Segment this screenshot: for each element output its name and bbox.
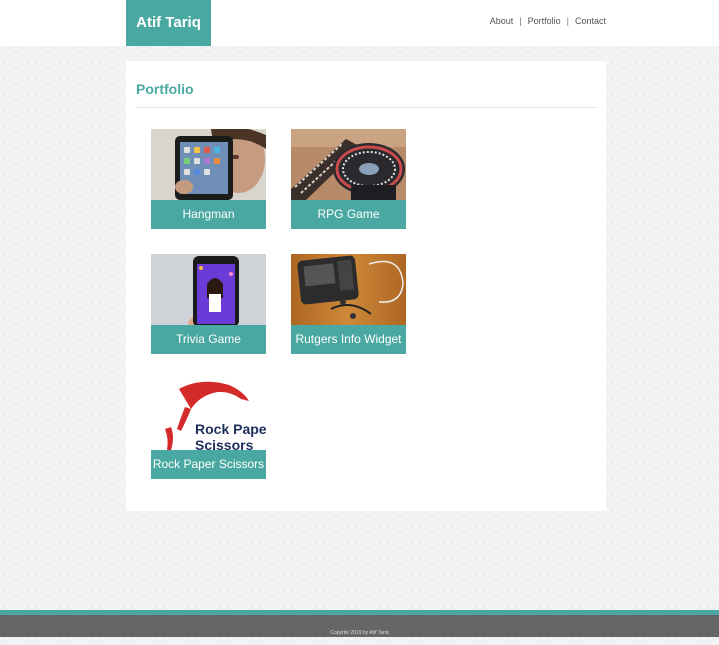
rock-paper-scissors-logo: Rock Paper Scissors	[151, 379, 266, 450]
turntable-photo	[291, 129, 406, 200]
tablet-photo	[151, 129, 266, 200]
nav-separator: |	[519, 16, 522, 26]
svg-text:Rock Paper: Rock Paper	[195, 421, 266, 437]
smartphone-photo	[151, 254, 266, 325]
title-divider	[136, 107, 596, 108]
portfolio-panel: Portfolio Hangman RPG Game Trivia Game R…	[126, 61, 606, 511]
project-tile-rock-paper-scissors[interactable]: Rock Paper Scissors Rock Paper Scissors	[151, 379, 266, 479]
project-label: Rock Paper Scissors	[151, 450, 266, 479]
project-label: RPG Game	[291, 200, 406, 229]
project-label: Trivia Game	[151, 325, 266, 354]
nav-about-link[interactable]: About	[490, 16, 514, 26]
site-footer: Copyrite 2019 by Atif Tariq	[0, 615, 719, 637]
svg-text:Scissors: Scissors	[195, 437, 254, 450]
project-tile-rutgers-info-widget[interactable]: Rutgers Info Widget	[291, 254, 406, 354]
project-tile-hangman[interactable]: Hangman	[151, 129, 266, 229]
nav-portfolio-link[interactable]: Portfolio	[528, 16, 561, 26]
project-tile-trivia-game[interactable]: Trivia Game	[151, 254, 266, 354]
project-label: Rutgers Info Widget	[291, 325, 406, 354]
page-title: Portfolio	[136, 81, 194, 97]
copyright-text: Copyrite 2019 by Atif Tariq	[330, 630, 389, 636]
nav-contact-link[interactable]: Contact	[575, 16, 606, 26]
phone-earphones-photo	[291, 254, 406, 325]
project-tile-rpg-game[interactable]: RPG Game	[291, 129, 406, 229]
site-brand[interactable]: Atif Tariq	[126, 0, 211, 46]
project-label: Hangman	[151, 200, 266, 229]
nav-separator: |	[566, 16, 569, 26]
site-header: Atif Tariq About | Portfolio | Contact	[0, 0, 719, 46]
main-nav: About | Portfolio | Contact	[490, 16, 606, 26]
